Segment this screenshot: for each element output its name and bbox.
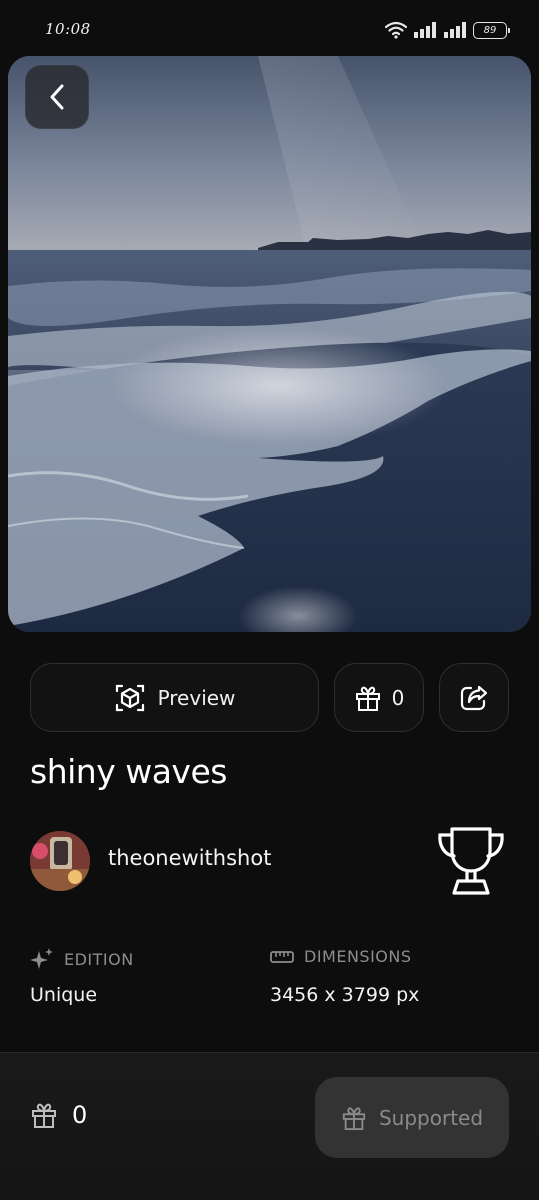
- battery-level: 89: [483, 24, 497, 36]
- gift-icon: [355, 686, 380, 711]
- bottom-gift-count: 0: [30, 1101, 87, 1129]
- share-button[interactable]: [439, 663, 509, 732]
- battery-icon: 89: [473, 21, 510, 39]
- gift-count: 0: [391, 685, 405, 710]
- dimensions-value: 3456 x 3799 px: [270, 984, 420, 1006]
- signal-icon: [414, 22, 436, 38]
- preview-label: Preview: [157, 685, 236, 710]
- avatar-image: [30, 831, 90, 891]
- edition-value: Unique: [30, 984, 98, 1006]
- status-bar: 10:08 89: [0, 0, 539, 56]
- edition-label: EDITION: [64, 949, 134, 969]
- back-button[interactable]: [25, 65, 89, 129]
- avatar[interactable]: [30, 831, 90, 891]
- supported-button[interactable]: Supported: [315, 1077, 509, 1158]
- gift-icon: [342, 1106, 366, 1130]
- author-name[interactable]: theonewithshot: [108, 846, 271, 870]
- dimensions-label-row: DIMENSIONS: [270, 947, 412, 966]
- bottom-gift-count-value: 0: [72, 1101, 88, 1129]
- gift-icon: [32, 1103, 56, 1128]
- artwork-title: shiny waves: [30, 752, 227, 791]
- wifi-icon: [385, 21, 407, 39]
- share-icon: [460, 685, 488, 710]
- sparkles-icon: [30, 948, 53, 969]
- trophy-icon[interactable]: [432, 823, 510, 903]
- preview-button[interactable]: Preview: [30, 663, 319, 732]
- ar-cube-icon: [115, 684, 144, 711]
- supported-label: Supported: [378, 1105, 484, 1130]
- edition-label-row: EDITION: [30, 947, 134, 971]
- ruler-icon: [270, 950, 294, 963]
- artwork-image[interactable]: [8, 56, 531, 632]
- dimensions-label: DIMENSIONS: [304, 947, 412, 966]
- gift-button[interactable]: 0: [334, 663, 424, 732]
- status-time: 10:08: [45, 20, 91, 38]
- status-icons: 89: [385, 20, 510, 40]
- beach-photo: [8, 56, 531, 632]
- chevron-left-icon: [50, 84, 64, 110]
- signal-icon: [444, 22, 466, 38]
